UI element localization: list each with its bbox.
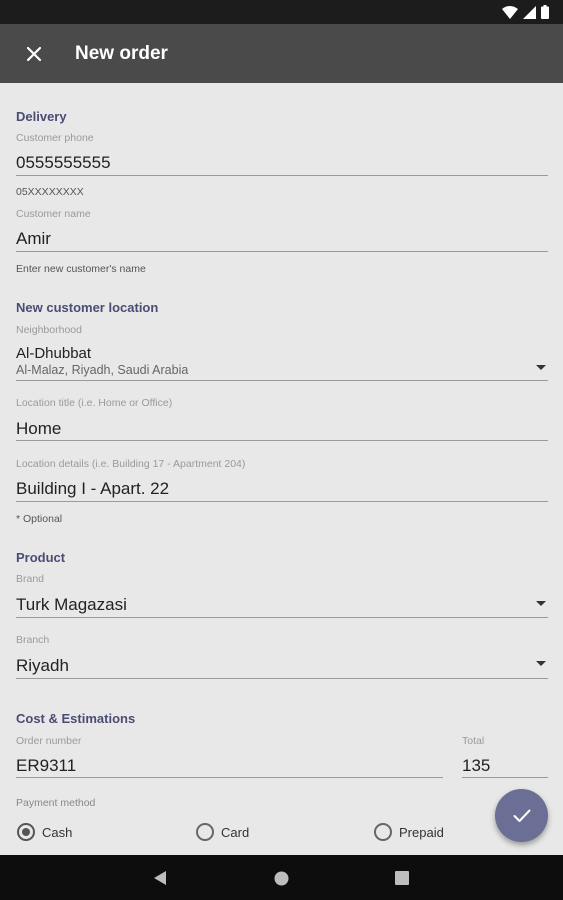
order-number-hint: Order number bbox=[16, 735, 82, 747]
radio-checked-icon[interactable] bbox=[17, 823, 35, 841]
brand-dropdown-icon[interactable] bbox=[536, 601, 546, 606]
neighborhood-underline bbox=[16, 380, 548, 381]
page-title: New order bbox=[75, 43, 168, 64]
order-form[interactable]: Delivery Customer phone 0555555555 05XXX… bbox=[0, 83, 563, 855]
delivery-section-title: Delivery bbox=[16, 109, 67, 124]
brand-hint: Brand bbox=[16, 573, 45, 585]
order-number-input[interactable]: ER9311 bbox=[16, 756, 76, 776]
navigation-bar bbox=[0, 855, 563, 900]
total-input[interactable]: 135 bbox=[462, 756, 490, 776]
payment-option-card[interactable]: Card bbox=[196, 823, 249, 841]
check-icon bbox=[513, 809, 530, 822]
neighborhood-dropdown-icon[interactable] bbox=[536, 365, 546, 370]
branch-underline bbox=[16, 678, 548, 679]
payment-option-cash[interactable]: Cash bbox=[17, 823, 72, 841]
location-section-title: New customer location bbox=[16, 300, 159, 315]
branch-dropdown-icon[interactable] bbox=[536, 661, 546, 666]
customer-phone-helper: 05XXXXXXXX bbox=[16, 186, 84, 198]
customer-name-underline bbox=[16, 251, 548, 252]
customer-phone-input[interactable]: 0555555555 bbox=[16, 153, 111, 173]
order-number-underline bbox=[16, 777, 443, 778]
radio-unchecked-icon[interactable] bbox=[374, 823, 392, 841]
payment-option-label: Card bbox=[221, 824, 250, 840]
status-bar bbox=[0, 0, 563, 24]
cost-section-title: Cost & Estimations bbox=[16, 711, 136, 726]
product-section-title: Product bbox=[16, 550, 66, 565]
app-bar: New order bbox=[0, 24, 563, 83]
customer-phone-hint: Customer phone bbox=[16, 132, 94, 144]
payment-option-prepaid[interactable]: Prepaid bbox=[374, 823, 444, 841]
close-icon bbox=[27, 47, 41, 61]
recents-icon[interactable] bbox=[395, 871, 409, 885]
radio-unchecked-icon[interactable] bbox=[196, 823, 214, 841]
branch-hint: Branch bbox=[16, 634, 50, 646]
payment-option-label: Cash bbox=[42, 824, 73, 840]
battery-icon bbox=[541, 5, 549, 19]
status-icons bbox=[502, 5, 549, 19]
location-title-underline bbox=[16, 440, 548, 441]
location-details-hint: Location details (i.e. Building 17 - Apa… bbox=[16, 458, 246, 470]
submit-order-button[interactable] bbox=[495, 789, 548, 842]
payment-option-label: Prepaid bbox=[399, 824, 444, 840]
branch-select[interactable]: Riyadh bbox=[16, 656, 69, 676]
total-underline bbox=[462, 777, 548, 778]
location-title-input[interactable]: Home bbox=[16, 419, 61, 439]
back-icon[interactable] bbox=[153, 870, 167, 886]
wifi-icon bbox=[502, 5, 518, 19]
brand-select[interactable]: Turk Magazasi bbox=[16, 595, 127, 615]
payment-method-label: Payment method bbox=[16, 797, 96, 809]
neighborhood-value[interactable]: Al-Dhubbat bbox=[16, 345, 91, 362]
brand-underline bbox=[16, 617, 548, 618]
location-title-hint: Location title (i.e. Home or Office) bbox=[16, 397, 173, 409]
signal-icon bbox=[523, 5, 536, 19]
neighborhood-subvalue: Al-Malaz, Riyadh, Saudi Arabia bbox=[16, 363, 189, 377]
location-details-underline bbox=[16, 501, 548, 502]
location-details-helper: * Optional bbox=[16, 513, 63, 525]
close-button[interactable] bbox=[20, 40, 48, 68]
customer-name-hint: Customer name bbox=[16, 208, 91, 220]
total-hint: Total bbox=[462, 735, 485, 747]
customer-phone-underline bbox=[16, 175, 548, 176]
customer-name-helper: Enter new customer's name bbox=[16, 263, 146, 275]
neighborhood-hint: Neighborhood bbox=[16, 324, 82, 336]
home-icon[interactable] bbox=[274, 871, 289, 886]
customer-name-input[interactable]: Amir bbox=[16, 229, 51, 249]
location-details-input[interactable]: Building I - Apart. 22 bbox=[16, 479, 169, 499]
